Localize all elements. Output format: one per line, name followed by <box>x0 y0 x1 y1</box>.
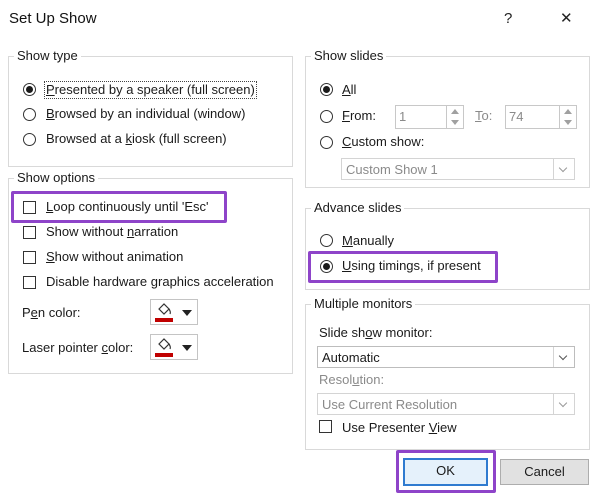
cancel-button[interactable]: Cancel <box>500 459 589 485</box>
resolution-select[interactable]: Use Current Resolution <box>317 393 575 415</box>
label-without-animation[interactable]: Show without animation <box>46 249 183 265</box>
label-slide-show-monitor: Slide show monitor: <box>319 325 433 340</box>
radio-manually[interactable] <box>320 234 333 247</box>
highlight-ok-button <box>396 450 496 493</box>
label-resolution: Resolution: <box>319 372 385 387</box>
label-presented-by-speaker[interactable]: Presented by a speaker (full screen) <box>44 81 257 99</box>
radio-from-slides[interactable] <box>320 110 333 123</box>
highlight-using-timings <box>308 251 498 283</box>
to-slide-value: 74 <box>509 109 524 124</box>
checkbox-without-animation[interactable] <box>23 251 36 264</box>
label-use-presenter-view[interactable]: Use Presenter View <box>342 420 457 436</box>
laser-color-button[interactable] <box>150 334 198 360</box>
radio-custom-show[interactable] <box>320 136 333 149</box>
label-to: To: <box>475 108 493 123</box>
paint-bucket-icon <box>158 303 171 315</box>
slide-show-monitor-select[interactable]: Automatic <box>317 346 575 368</box>
spin-down-icon[interactable] <box>564 120 572 125</box>
spinner-arrows[interactable] <box>559 106 576 128</box>
label-from[interactable]: From: <box>342 108 376 124</box>
checkbox-use-presenter-view[interactable] <box>319 420 332 433</box>
label-all-slides[interactable]: All <box>342 82 356 98</box>
to-slide-spinner[interactable]: 74 <box>505 105 577 129</box>
chevron-down-icon[interactable] <box>553 347 574 367</box>
from-slide-spinner[interactable]: 1 <box>395 105 464 129</box>
laser-color-swatch <box>155 353 173 357</box>
label-manually[interactable]: Manually <box>342 233 394 249</box>
paint-bucket-icon <box>158 338 171 350</box>
close-icon: ✕ <box>560 10 573 27</box>
dialog-title: Set Up Show <box>9 10 97 27</box>
slide-show-monitor-value: Automatic <box>322 350 380 365</box>
custom-show-select[interactable]: Custom Show 1 <box>341 158 575 180</box>
help-button[interactable]: ? <box>504 10 512 27</box>
label-custom-show[interactable]: Custom show: <box>342 134 424 150</box>
label-browsed-at-kiosk[interactable]: Browsed at a kiosk (full screen) <box>46 131 227 147</box>
radio-browsed-by-individual[interactable] <box>23 108 36 121</box>
show-options-label: Show options <box>14 170 99 186</box>
dropdown-arrow-icon <box>182 310 192 316</box>
spinner-arrows[interactable] <box>446 106 463 128</box>
show-type-label: Show type <box>14 48 81 64</box>
highlight-loop-option <box>11 191 227 223</box>
resolution-value: Use Current Resolution <box>322 397 458 412</box>
pen-color-button[interactable] <box>150 299 198 325</box>
dropdown-arrow-icon <box>182 345 192 351</box>
show-slides-label: Show slides <box>311 48 387 64</box>
label-without-narration[interactable]: Show without narration <box>46 224 178 240</box>
radio-presented-by-speaker[interactable] <box>23 83 36 96</box>
pen-color-swatch <box>155 318 173 322</box>
spin-up-icon[interactable] <box>564 109 572 114</box>
label-laser-pointer-color: Laser pointer color: <box>22 340 134 355</box>
label-pen-color: Pen color: <box>22 305 81 320</box>
label-disable-hardware-acceleration[interactable]: Disable hardware graphics acceleration <box>46 274 274 290</box>
chevron-down-icon[interactable] <box>553 159 574 179</box>
label-browsed-by-individual[interactable]: Browsed by an individual (window) <box>46 106 245 122</box>
close-button[interactable]: ✕ <box>560 9 573 27</box>
chevron-down-icon[interactable] <box>553 394 574 414</box>
advance-slides-label: Advance slides <box>311 200 405 216</box>
checkbox-without-narration[interactable] <box>23 226 36 239</box>
checkbox-disable-hardware-acceleration[interactable] <box>23 276 36 289</box>
radio-all-slides[interactable] <box>320 83 333 96</box>
custom-show-value: Custom Show 1 <box>346 162 438 177</box>
spin-up-icon[interactable] <box>451 109 459 114</box>
radio-browsed-at-kiosk[interactable] <box>23 133 36 146</box>
spin-down-icon[interactable] <box>451 120 459 125</box>
multiple-monitors-label: Multiple monitors <box>311 296 416 312</box>
from-slide-value: 1 <box>399 109 407 124</box>
